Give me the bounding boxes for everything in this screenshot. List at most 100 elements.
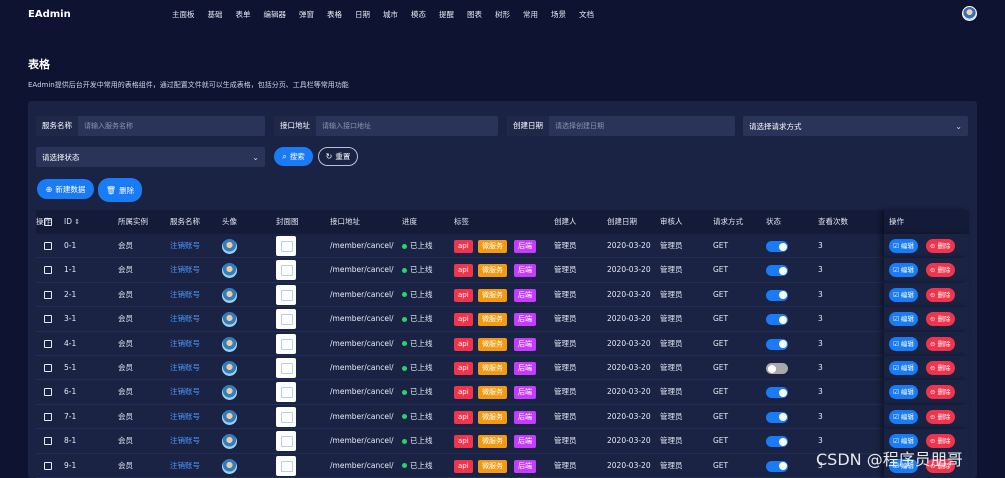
delete-row-button[interactable]: ⊝ 删除 <box>926 263 955 278</box>
column-header: 所属实例 <box>118 217 148 226</box>
row-checkbox[interactable] <box>44 315 52 324</box>
delete-button[interactable]: 🗑 删除 <box>98 178 142 202</box>
tag-api: api <box>454 313 473 327</box>
row-checkbox[interactable] <box>44 242 52 250</box>
cell-service-link[interactable]: 注销账号 <box>170 380 200 404</box>
delete-row-button[interactable]: ⊝ 删除 <box>926 239 955 253</box>
row-checkbox[interactable] <box>44 388 52 397</box>
nav-item[interactable]: 提醒 <box>439 9 454 20</box>
nav-item[interactable]: 表格 <box>327 9 342 20</box>
nav-item[interactable]: 场景 <box>551 9 566 20</box>
row-actions: ☑ 编辑 ⊝ 删除 <box>884 404 969 429</box>
nav-item[interactable]: 树形 <box>495 9 510 20</box>
nav-item[interactable]: 城市 <box>383 9 398 20</box>
nav-item[interactable]: 基础 <box>208 9 223 20</box>
edit-button[interactable]: ☑ 编辑 <box>889 287 918 302</box>
edit-button[interactable]: ☑ 编辑 <box>889 312 918 327</box>
cell-service-link[interactable]: 注销账号 <box>170 454 200 478</box>
cell-service-link[interactable]: 注销账号 <box>170 429 200 453</box>
nav-item[interactable]: 图表 <box>467 9 482 20</box>
row-checkbox[interactable] <box>44 437 52 446</box>
delete-row-button[interactable]: ⊝ 删除 <box>926 336 955 351</box>
nav-item[interactable]: 主面板 <box>172 9 195 20</box>
trash-icon: ⊝ <box>930 412 938 421</box>
cover-image-icon[interactable] <box>276 455 296 476</box>
status-toggle[interactable] <box>766 265 788 277</box>
nav-item[interactable]: 文档 <box>579 9 594 20</box>
cell-service-link[interactable]: 注销账号 <box>170 258 200 282</box>
status-toggle[interactable] <box>766 338 788 350</box>
app-logo[interactable]: EAdmin <box>28 9 71 20</box>
status-toggle[interactable] <box>766 289 788 301</box>
cover-image-icon[interactable] <box>276 406 296 427</box>
cell-method: GET <box>713 338 729 348</box>
cover-image-icon[interactable] <box>276 333 296 354</box>
cell-service-link[interactable]: 注销账号 <box>170 332 200 356</box>
request-method-select[interactable]: 请选择请求方式 ⌄ <box>743 116 968 136</box>
cell-date: 2020-03-20 <box>607 387 651 397</box>
nav-item[interactable]: 弹窗 <box>299 9 314 20</box>
row-checkbox[interactable] <box>44 339 52 348</box>
status-toggle[interactable] <box>766 460 788 472</box>
row-checkbox[interactable] <box>44 364 52 372</box>
cell-service-link[interactable]: 注销账号 <box>170 307 200 331</box>
status-toggle[interactable] <box>766 387 788 399</box>
edit-icon: ☑ <box>893 290 901 299</box>
edit-button[interactable]: ☑ 编辑 <box>889 409 918 424</box>
status-toggle[interactable] <box>766 314 788 326</box>
delete-row-button[interactable]: ⊝ 删除 <box>926 287 955 302</box>
cover-image-icon[interactable] <box>276 236 296 256</box>
cell-service-link[interactable]: 注销账号 <box>170 283 200 307</box>
column-header: 创建人 <box>554 217 577 226</box>
cell-creator: 管理员 <box>554 387 577 397</box>
cell-date: 2020-03-20 <box>607 338 651 348</box>
nav-item[interactable]: 表单 <box>236 9 251 20</box>
cover-image-icon[interactable] <box>276 431 296 452</box>
user-avatar[interactable] <box>962 6 977 21</box>
created-date-input[interactable] <box>549 122 735 130</box>
edit-button[interactable]: ☑ 编辑 <box>889 361 918 375</box>
row-checkbox[interactable] <box>44 461 52 470</box>
delete-row-button[interactable]: ⊝ 删除 <box>926 385 955 400</box>
edit-button[interactable]: ☑ 编辑 <box>889 239 918 253</box>
cell-views: 3 <box>818 265 823 275</box>
status-toggle[interactable] <box>766 363 788 374</box>
cover-image-icon[interactable] <box>276 260 296 281</box>
new-data-button[interactable]: ⊕ 新建数据 <box>37 179 94 199</box>
cell-service-link[interactable]: 注销账号 <box>170 405 200 429</box>
cover-image-icon[interactable] <box>276 284 296 305</box>
column-header[interactable]: ID ⇕ <box>64 210 80 234</box>
reset-button[interactable]: ↻ 重置 <box>318 147 358 166</box>
nav-item[interactable]: 常用 <box>523 9 538 20</box>
cell-service-link[interactable]: 注销账号 <box>170 356 200 380</box>
trash-icon: ⊝ <box>930 266 938 275</box>
cell-creator: 管理员 <box>554 338 577 348</box>
api-address-input[interactable] <box>316 122 498 130</box>
status-select[interactable]: 请选择状态 ⌄ <box>36 147 265 167</box>
service-name-input[interactable] <box>78 122 265 130</box>
nav-item[interactable]: 编辑器 <box>264 9 287 20</box>
status-dot-icon <box>402 438 407 444</box>
delete-row-button[interactable]: ⊝ 删除 <box>926 361 955 375</box>
edit-button[interactable]: ☑ 编辑 <box>889 336 918 351</box>
cover-image-icon[interactable] <box>276 358 296 378</box>
edit-button[interactable]: ☑ 编辑 <box>889 385 918 400</box>
status-toggle[interactable] <box>766 411 788 423</box>
status-toggle[interactable] <box>766 241 788 252</box>
cover-image-icon[interactable] <box>276 382 296 403</box>
sort-icon[interactable]: ⇕ <box>72 218 80 226</box>
avatar <box>222 312 237 328</box>
cover-image-icon[interactable] <box>276 309 296 330</box>
cell-service-link[interactable]: 注销账号 <box>170 234 200 258</box>
row-checkbox[interactable] <box>44 412 52 421</box>
delete-row-button[interactable]: ⊝ 删除 <box>926 312 955 327</box>
nav-item[interactable]: 日期 <box>355 9 370 20</box>
delete-row-button[interactable]: ⊝ 删除 <box>926 409 955 424</box>
cell-api: /member/cancel/ <box>330 289 394 299</box>
row-checkbox[interactable] <box>44 290 52 299</box>
status-toggle[interactable] <box>766 436 788 448</box>
edit-button[interactable]: ☑ 编辑 <box>889 263 918 278</box>
search-button[interactable]: ⌕ 搜索 <box>274 147 313 166</box>
nav-item[interactable]: 模态 <box>411 9 426 20</box>
row-checkbox[interactable] <box>44 266 52 275</box>
